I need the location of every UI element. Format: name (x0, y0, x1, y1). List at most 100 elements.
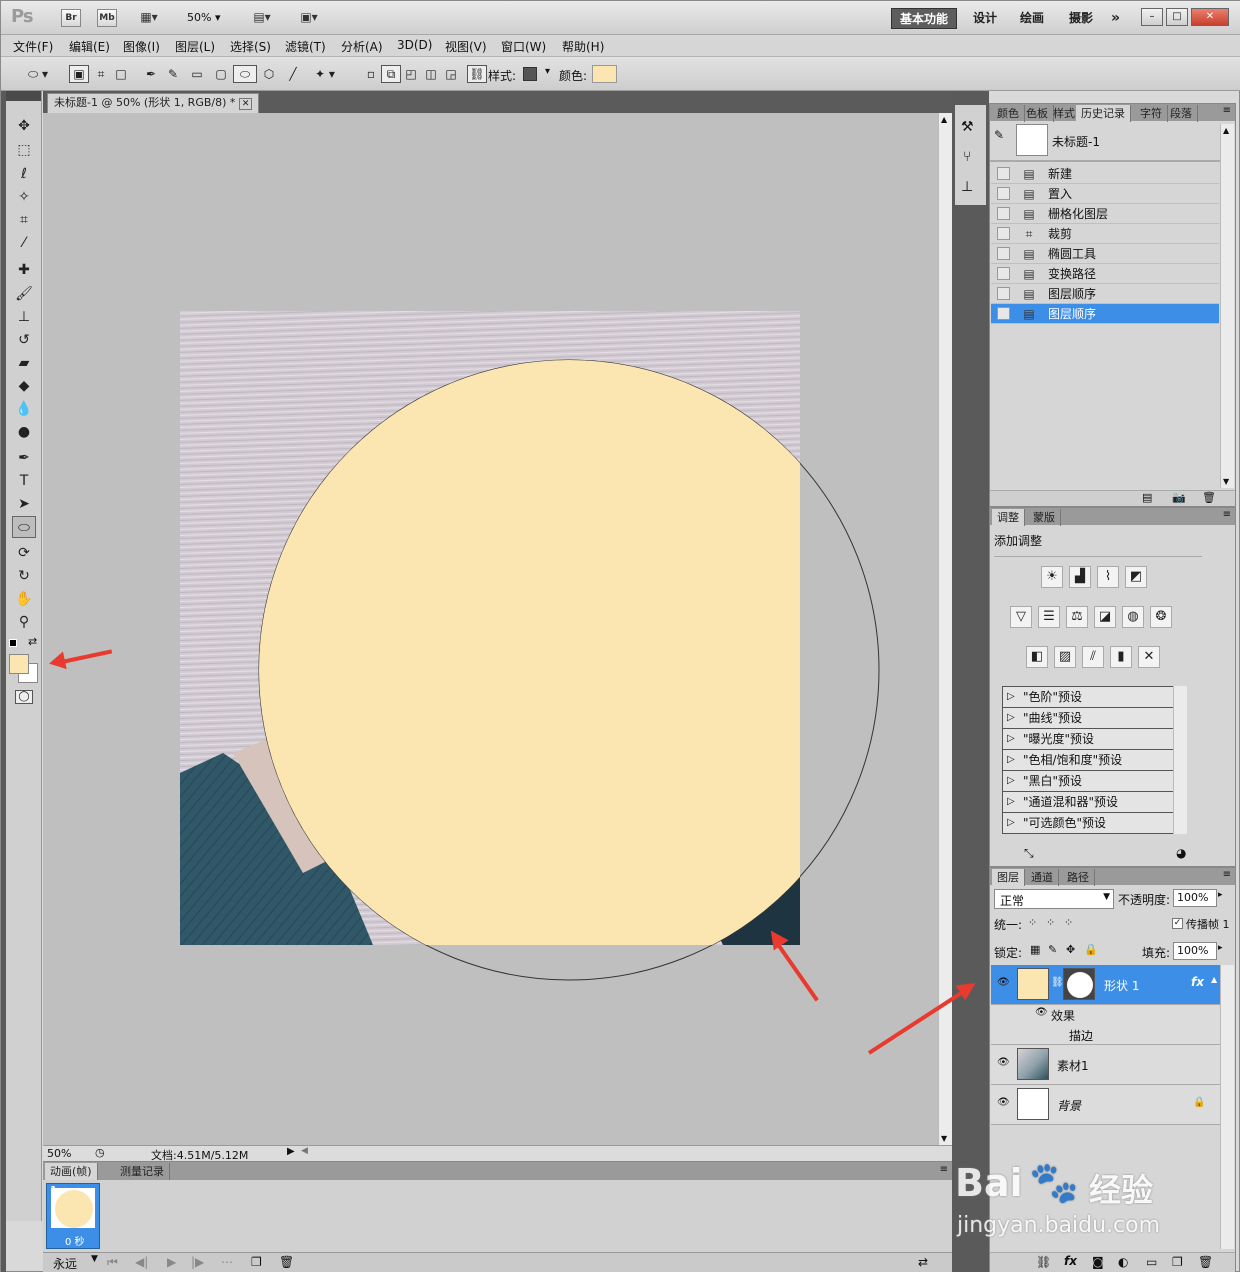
link-layers-icon[interactable]: ⛓ (1036, 1255, 1051, 1269)
channel-mixer-icon[interactable]: ❂ (1150, 606, 1172, 628)
delete-state-icon[interactable]: 🗑 (1202, 491, 1216, 504)
tab-history[interactable]: 历史记录 (1076, 105, 1131, 122)
history-scrollbar[interactable]: ▲ ▼ (1220, 124, 1234, 488)
rectangle-shape-icon[interactable]: ▭ (187, 65, 207, 83)
history-brush-source-checkbox[interactable] (997, 167, 1010, 180)
play-icon[interactable]: ▶ (167, 1255, 176, 1269)
lock-all-icon[interactable]: 🔒 (1084, 943, 1098, 956)
delete-layer-icon[interactable]: 🗑 (1198, 1255, 1213, 1269)
menu-layer[interactable]: 图层(L) (175, 38, 215, 55)
ellipse-tool-icon[interactable]: ⬭ (12, 516, 36, 538)
layer-row-material[interactable]: 👁 素材1 (991, 1045, 1220, 1085)
shape-layers-mode-icon[interactable]: ▣ (69, 65, 89, 83)
foreground-color-swatch[interactable] (9, 654, 29, 674)
move-tool-icon[interactable]: ✥ (12, 115, 36, 137)
fill-slider-icon[interactable]: ▸ (1218, 943, 1223, 953)
menu-edit[interactable]: 编辑(E) (69, 38, 110, 55)
brush-tool-icon[interactable]: 🖌 (12, 283, 36, 305)
lasso-tool-icon[interactable]: ℓ (12, 163, 36, 185)
paths-mode-icon[interactable]: ⌗ (91, 65, 111, 83)
propagate-frame-checkbox[interactable]: ✓ (1172, 918, 1183, 929)
zoom-tool-icon[interactable]: ⚲ (12, 611, 36, 633)
clone-source-icon[interactable]: ⊥ (961, 179, 973, 195)
color-balance-icon[interactable]: ⚖ (1066, 606, 1088, 628)
opacity-input[interactable]: 100% (1173, 889, 1217, 907)
workspace-painting[interactable]: 绘画 (1012, 8, 1052, 29)
tools-panel-header[interactable] (6, 91, 41, 101)
lock-pixels-icon[interactable]: ✎ (1048, 943, 1057, 956)
new-adjustment-layer-icon[interactable]: ◐ (1118, 1255, 1128, 1269)
default-colors-icon[interactable] (9, 639, 17, 647)
hand-tool-icon[interactable]: ✋ (12, 588, 36, 610)
menu-file[interactable]: 文件(F) (13, 38, 53, 55)
history-brush-source-checkbox[interactable] (997, 227, 1010, 240)
previous-frame-icon[interactable]: ◀| (135, 1255, 148, 1269)
quick-select-tool-icon[interactable]: ✧ (12, 186, 36, 208)
3d-rotate-tool-icon[interactable]: ⟳ (12, 542, 36, 564)
paint-bucket-tool-icon[interactable]: ◆ (12, 375, 36, 397)
posterize-icon[interactable]: ▨ (1054, 646, 1076, 668)
close-button[interactable]: ✕ (1191, 8, 1229, 26)
status-zoom[interactable]: 50% (47, 1147, 71, 1160)
panel-menu-icon[interactable]: ≡ (1223, 869, 1231, 880)
fx-icon[interactable]: fx (1191, 975, 1204, 989)
eyedropper-tool-icon[interactable]: ⁄ (12, 232, 36, 254)
history-brush-source-checkbox[interactable] (997, 287, 1010, 300)
layer-stroke-effect-row[interactable]: 描边 (991, 1025, 1220, 1045)
path-selection-tool-icon[interactable]: ➤ (12, 493, 36, 515)
history-item[interactable]: ▤ 变换路径 (991, 264, 1219, 284)
adjustment-preset-item[interactable]: "可选颜色"预设 (1002, 813, 1175, 834)
healing-brush-tool-icon[interactable]: ✚ (12, 259, 36, 281)
clone-stamp-tool-icon[interactable]: ⊥ (12, 306, 36, 328)
dodge-tool-icon[interactable]: ● (12, 421, 36, 443)
eraser-tool-icon[interactable]: ▰ (12, 352, 36, 374)
visibility-eye-icon[interactable]: 👁 (997, 977, 1010, 988)
workspace-photography[interactable]: 摄影 (1061, 8, 1101, 29)
next-frame-icon[interactable]: |▶ (191, 1255, 204, 1269)
layer-thumbnail[interactable] (1017, 1048, 1049, 1080)
visibility-eye-icon[interactable]: 👁 (997, 1057, 1010, 1068)
close-tab-icon[interactable]: ✕ (238, 98, 253, 110)
exposure-icon[interactable]: ◩ (1125, 566, 1147, 588)
tab-paragraph[interactable]: 段落 (1165, 105, 1198, 122)
duplicate-frame-icon[interactable]: ❐ (251, 1255, 262, 1269)
unify-position-icon[interactable]: ⁘ (1028, 916, 1037, 929)
fill-input[interactable]: 100% (1173, 942, 1217, 960)
layer-thumbnail[interactable] (1017, 1088, 1049, 1120)
vibrance-icon[interactable]: ▽ (1010, 606, 1032, 628)
adjustment-preset-item[interactable]: "黑白"预设 (1002, 771, 1175, 792)
history-brush-source-checkbox[interactable] (997, 267, 1010, 280)
curves-icon[interactable]: ⌇ (1097, 566, 1119, 588)
unify-style-icon[interactable]: ⁘ (1064, 916, 1073, 929)
link-icon[interactable]: ⛓ (1051, 977, 1064, 988)
menu-image[interactable]: 图像(I) (123, 38, 160, 55)
vector-mask-thumbnail[interactable] (1063, 968, 1095, 1000)
convert-timeline-icon[interactable]: ⇄ (918, 1255, 928, 1269)
color-swatch[interactable] (592, 65, 617, 83)
style-dropdown-icon[interactable]: ▾ (545, 66, 550, 77)
add-layer-style-icon[interactable]: fx (1064, 1254, 1077, 1268)
maximize-button[interactable]: □ (1166, 8, 1188, 26)
minimize-button[interactable]: – (1141, 8, 1163, 26)
panel-menu-icon[interactable]: ≡ (1223, 509, 1231, 520)
menu-analysis[interactable]: 分析(A) (341, 38, 383, 55)
menu-window[interactable]: 窗口(W) (501, 38, 546, 55)
lock-position-icon[interactable]: ✥ (1066, 943, 1075, 956)
history-item[interactable]: ▤ 栅格化图层 (991, 204, 1219, 224)
unify-visibility-icon[interactable]: ⁘ (1046, 916, 1055, 929)
history-item[interactable]: ▤ 椭圆工具 (991, 244, 1219, 264)
menu-filter[interactable]: 滤镜(T) (285, 38, 326, 55)
marquee-tool-icon[interactable]: ⬚ (12, 139, 36, 161)
invert-icon[interactable]: ◧ (1026, 646, 1048, 668)
fill-pixels-mode-icon[interactable]: □ (111, 65, 131, 83)
history-brush-source-checkbox[interactable] (997, 187, 1010, 200)
tool-preset-picker[interactable]: ⬭ ▾ (19, 65, 57, 83)
tab-animation[interactable]: 动画(帧) (45, 1163, 98, 1180)
custom-shape-icon[interactable]: ✦ ▾ (307, 65, 343, 83)
effects-eye-icon[interactable]: 👁 (1035, 1007, 1048, 1018)
collapse-effects-icon[interactable]: ▲ (1211, 975, 1217, 984)
ellipse-shape-icon[interactable]: ⬭ (233, 65, 257, 83)
presets-scrollbar[interactable] (1173, 686, 1187, 834)
tab-character[interactable]: 字符 (1135, 105, 1168, 122)
expand-view-icon[interactable]: ⤡ (1024, 846, 1034, 861)
